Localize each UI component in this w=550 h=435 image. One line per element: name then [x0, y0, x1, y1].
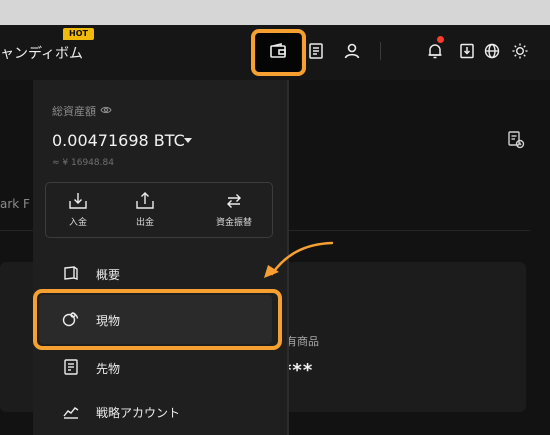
- background-tab-label[interactable]: ark F: [0, 197, 30, 211]
- total-assets-label: 総資産額: [52, 105, 96, 118]
- wallet-icon[interactable]: [268, 41, 288, 61]
- chart-icon: [63, 407, 79, 419]
- pointer-arrow-icon: [264, 241, 334, 278]
- globe-icon[interactable]: [482, 41, 502, 61]
- fiat-value: ≈ ¥ 16948.84: [52, 158, 114, 168]
- menu-item-strategy[interactable]: 戦略アカウント: [62, 400, 262, 424]
- withdraw-icon: [136, 192, 154, 209]
- deposit-button[interactable]: 入金: [53, 191, 103, 233]
- spot-icon: [62, 312, 79, 327]
- transfer-label: 資金振替: [215, 218, 252, 228]
- menu-item-label: 現物: [96, 314, 121, 328]
- history-icon[interactable]: [507, 130, 525, 150]
- transfer-button[interactable]: 資金振替: [209, 191, 259, 233]
- user-icon[interactable]: [342, 41, 362, 61]
- page-title[interactable]: ャンディボム: [0, 43, 83, 63]
- menu-item-futures[interactable]: 先物: [62, 356, 262, 380]
- withdraw-label: 出金: [135, 218, 154, 228]
- bell-icon[interactable]: [425, 41, 445, 61]
- nav-divider: [380, 42, 381, 60]
- download-icon[interactable]: [457, 41, 477, 61]
- transfer-icon: [227, 194, 241, 208]
- background-card-label: 有商品: [286, 335, 319, 348]
- eye-icon[interactable]: [100, 104, 112, 116]
- sun-icon[interactable]: [510, 41, 530, 61]
- browser-top-strip: [0, 0, 550, 25]
- withdraw-button[interactable]: 出金: [120, 191, 170, 233]
- menu-item-label: 先物: [96, 362, 121, 376]
- menu-item-label: 概要: [96, 268, 121, 282]
- futures-icon: [64, 359, 78, 375]
- menu-item-label: 戦略アカウント: [96, 406, 181, 420]
- hot-badge: HOT: [63, 28, 94, 40]
- chevron-down-icon[interactable]: [184, 138, 192, 144]
- btc-balance[interactable]: 0.00471698 BTC: [52, 131, 185, 150]
- deposit-icon: [69, 193, 87, 209]
- orders-icon[interactable]: [306, 41, 326, 61]
- deposit-label: 入金: [68, 218, 87, 228]
- menu-item-spot[interactable]: 現物: [62, 308, 262, 332]
- menu-item-overview[interactable]: 概要: [62, 262, 262, 286]
- overview-icon: [64, 266, 78, 280]
- notification-dot: [437, 36, 444, 43]
